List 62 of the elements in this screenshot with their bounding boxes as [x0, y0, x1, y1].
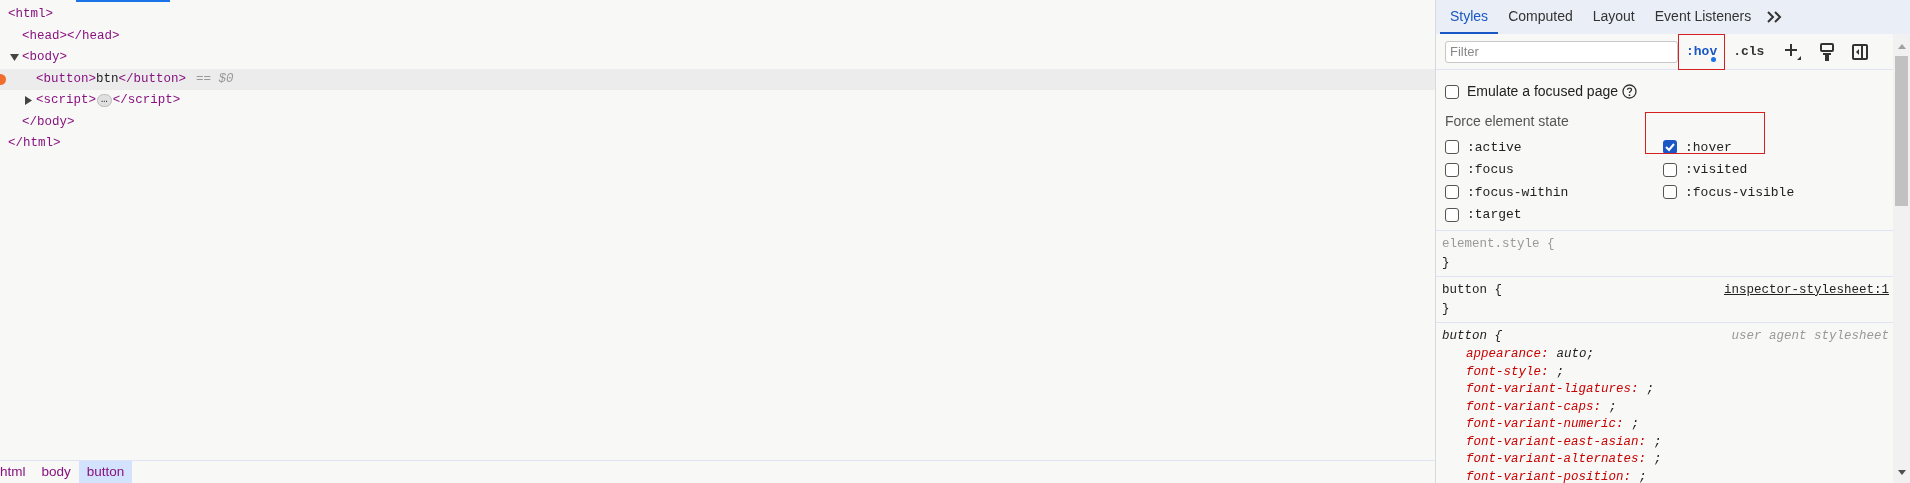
breadcrumb[interactable]: button [78, 461, 133, 483]
toggle-button[interactable]: :hov [1678, 33, 1726, 70]
checkbox[interactable] [1663, 140, 1677, 155]
breadcrumb[interactable]: html [0, 461, 34, 483]
selected-node-marker: == $0 [196, 70, 234, 88]
element-tag[interactable]: <body> [22, 48, 67, 68]
checkbox[interactable] [1445, 84, 1459, 99]
css-declaration: font-variant-position: ; [1466, 468, 1647, 483]
state-label[interactable]: :focus [1467, 160, 1514, 180]
paint-roller-icon[interactable] [1820, 42, 1835, 61]
element-tag[interactable]: </script> [112, 91, 181, 111]
section-title: Force element state [1444, 112, 1570, 131]
stylesheet-link[interactable]: inspector-stylesheet:1 [1723, 280, 1889, 300]
tab[interactable]: Layout [1582, 0, 1645, 34]
closing-brace: } [1442, 255, 1451, 272]
element-tag[interactable]: </body> [22, 112, 75, 132]
element-tag[interactable]: <button>btn</button> [36, 69, 187, 89]
css-selector: button { [1442, 281, 1502, 299]
help-icon[interactable] [1622, 84, 1637, 99]
element-tag[interactable]: <html> [8, 5, 53, 25]
state-label[interactable]: :target [1467, 205, 1522, 225]
state-label[interactable]: :hover [1685, 137, 1732, 157]
element-tag[interactable]: <head></head> [22, 26, 120, 46]
checkbox[interactable] [1663, 185, 1677, 200]
sidebar-toggle-icon[interactable] [1852, 43, 1869, 60]
breadcrumb[interactable]: body [33, 461, 79, 483]
toggle-button[interactable]: .cls [1725, 33, 1773, 70]
css-declaration: font-variant-ligatures: ; [1466, 381, 1655, 399]
checkbox[interactable] [1445, 162, 1459, 177]
checkbox-label[interactable]: Emulate a focused page [1467, 81, 1618, 102]
collapsed-arrow-icon[interactable] [24, 96, 33, 106]
more-tabs-icon[interactable] [1767, 11, 1783, 23]
state-label[interactable]: :visited [1685, 160, 1748, 180]
checkbox[interactable] [1663, 162, 1677, 177]
css-declaration: font-style: ; [1466, 363, 1565, 381]
css-declaration: font-variant-alternates: ; [1466, 451, 1662, 469]
checkbox[interactable] [1445, 207, 1459, 222]
scroll-down-icon[interactable] [1896, 469, 1907, 477]
css-declaration: font-variant-numeric: ; [1466, 416, 1640, 434]
checkbox[interactable] [1445, 140, 1459, 155]
css-declaration: font-variant-caps: ; [1466, 398, 1617, 416]
state-label[interactable]: :focus-visible [1685, 182, 1795, 202]
tab[interactable]: Event Listeners [1644, 0, 1762, 34]
element-tag[interactable]: </html> [8, 134, 61, 154]
filter-field[interactable]: Filter [1445, 40, 1678, 63]
tab[interactable]: Computed [1498, 0, 1583, 34]
css-declaration: font-variant-east-asian: ; [1466, 433, 1662, 451]
css-selector: button { [1442, 327, 1502, 345]
closing-brace: } [1442, 301, 1451, 318]
expanded-arrow-icon[interactable] [10, 53, 19, 63]
ellipsis-badge[interactable]: … [97, 94, 112, 108]
add-rule-icon[interactable] [1784, 42, 1803, 61]
state-label[interactable]: :active [1467, 137, 1522, 157]
tab[interactable]: Styles [1440, 0, 1499, 34]
css-selector: element.style { [1442, 235, 1555, 253]
state-label[interactable]: :focus-within [1467, 182, 1569, 202]
stylesheet-source: user agent stylesheet [1731, 327, 1889, 345]
css-declaration: appearance: auto; [1466, 346, 1595, 364]
scrollbar[interactable] [1893, 34, 1910, 483]
scrollbar-thumb[interactable] [1895, 56, 1908, 206]
element-tag[interactable]: <script> [36, 91, 96, 111]
checkbox[interactable] [1445, 185, 1459, 200]
